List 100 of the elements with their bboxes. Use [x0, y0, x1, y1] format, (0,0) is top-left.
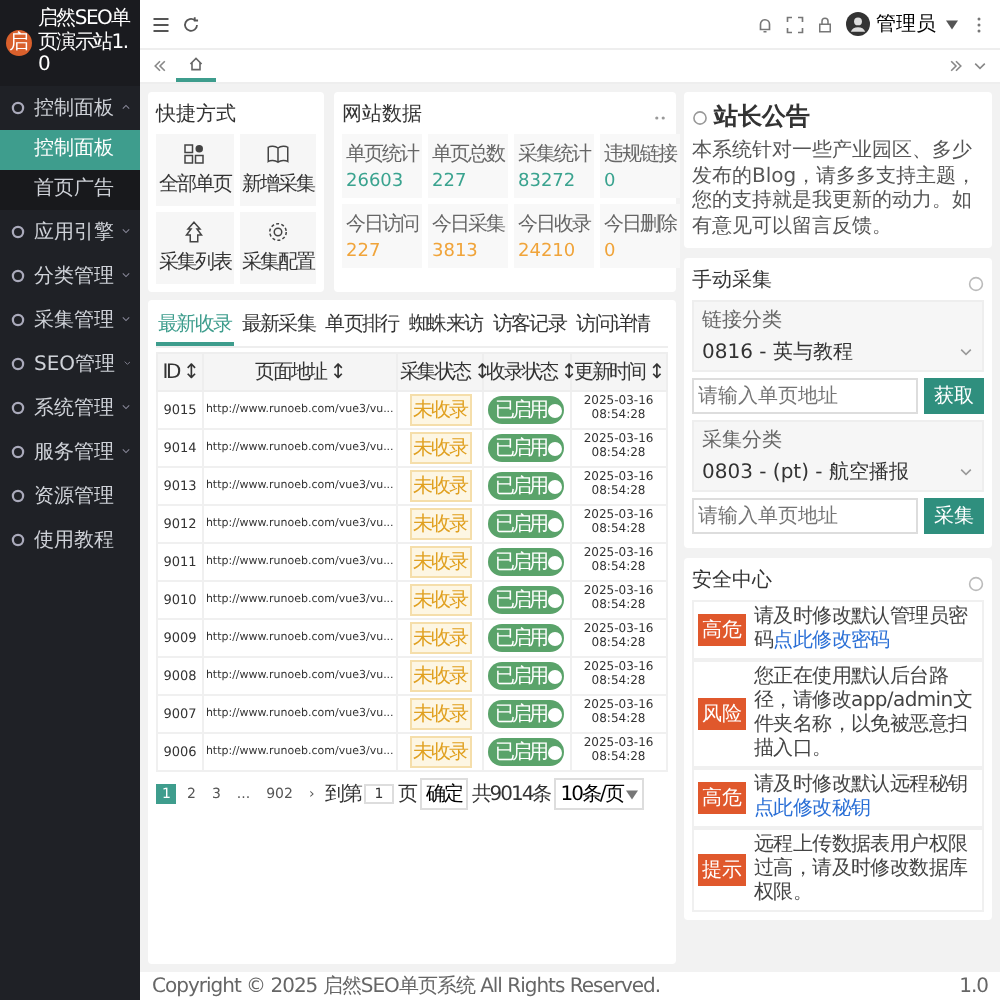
- app-title: 启然SEO单页演示站1.0: [38, 8, 133, 77]
- warning-tag: 高危: [698, 614, 746, 646]
- stat-label: 单页统计: [346, 141, 418, 168]
- status-tag: 未收录: [409, 698, 472, 730]
- column-header[interactable]: 更新时间 ↕: [570, 353, 667, 391]
- column-header[interactable]: ID ↕: [157, 353, 203, 391]
- stat-value: 26603: [346, 172, 406, 192]
- menu-icon[interactable]: [152, 15, 170, 33]
- confirm-button[interactable]: 确定: [419, 778, 468, 810]
- stat-value: 0: [604, 242, 618, 262]
- menu-item-icon: [10, 399, 26, 415]
- stat-label: 今日删除: [604, 212, 676, 238]
- sidebar-item[interactable]: 资源管理: [0, 473, 140, 517]
- column-header[interactable]: 采集状态 ↕: [396, 353, 484, 391]
- warning-tag: 风险: [698, 698, 746, 730]
- chevron-icon: [958, 344, 974, 360]
- security-message: 请及时修改默认管理员密码点此修改密码: [754, 606, 970, 654]
- lock-icon[interactable]: [816, 15, 834, 33]
- sidebar-item[interactable]: 应用引擎: [0, 209, 140, 253]
- sidebar-item[interactable]: SEO管理: [0, 341, 140, 385]
- notice-title: 站长公告: [714, 100, 810, 134]
- menu-item-icon: [10, 267, 26, 283]
- stat-label: 违规链接: [604, 141, 676, 168]
- status-tag: 未收录: [409, 660, 472, 692]
- fullscreen-icon[interactable]: [786, 15, 804, 33]
- card-title: 快捷方式: [156, 101, 238, 128]
- sidebar-item[interactable]: 采集管理: [0, 297, 140, 341]
- select-field[interactable]: 采集分类 0803 - (pt) - 航空播报: [692, 420, 984, 492]
- refresh-icon[interactable]: [182, 15, 200, 33]
- scroll-left-icon[interactable]: [152, 58, 168, 74]
- tab[interactable]: 访客记录: [490, 306, 569, 346]
- url-input[interactable]: 请输入单页地址: [692, 498, 918, 534]
- warning-tag: 高危: [698, 782, 746, 814]
- shortcut-tile[interactable]: 采集列表: [156, 212, 233, 284]
- stat-label: 今日访问: [346, 211, 418, 238]
- card-title: 网站数据: [342, 101, 422, 128]
- status-tag: 未收录: [409, 622, 472, 654]
- bell-icon[interactable]: [756, 15, 774, 33]
- status-tag: 未收录: [409, 470, 472, 502]
- sidebar-item[interactable]: 服务管理: [0, 429, 140, 473]
- sidebar-item[interactable]: 系统管理: [0, 385, 140, 429]
- fix-link[interactable]: 点此修改秘钥: [754, 798, 871, 820]
- menu-item-icon: [10, 99, 26, 115]
- dropdown-icon[interactable]: [972, 58, 988, 74]
- chevron-icon: [958, 464, 974, 480]
- stat-value: 227: [346, 242, 383, 262]
- user-menu[interactable]: 管理员: [846, 10, 958, 38]
- version-text: 1.0: [959, 975, 988, 997]
- warning-tag: 提示: [698, 854, 746, 886]
- shortcut-icon: [265, 220, 290, 244]
- status-tag: 未收录: [409, 546, 472, 578]
- submit-button[interactable]: 获取: [924, 378, 984, 414]
- caret-icon: [626, 789, 639, 799]
- menu-item-icon: [10, 355, 26, 371]
- menu-item-icon: [10, 223, 26, 239]
- sidebar-subitem[interactable]: 首页广告: [0, 169, 140, 209]
- tab[interactable]: 蜘蛛来访: [406, 306, 485, 346]
- notice-text: 本系统针对一些产业园区、多少发布的Blog，请多多支持主题，您的支持就是我更新的动力。如有意见可以留言反馈。: [692, 140, 979, 240]
- stat-value: 0: [604, 172, 618, 192]
- menu-item-icon: [10, 443, 26, 459]
- card-title: 手动采集: [692, 267, 772, 294]
- tab[interactable]: 最新采集: [239, 306, 318, 346]
- security-message: 请及时修改默认远程秘钥 点此修改秘钥: [754, 774, 970, 822]
- copyright-text: Copyright © 2025 启然SEO单页系统 All Rights Reserved.: [152, 973, 661, 1000]
- tab[interactable]: 单页排行: [323, 306, 401, 346]
- url-input[interactable]: 请输入单页地址: [692, 378, 918, 414]
- submit-button[interactable]: 采集: [924, 498, 984, 534]
- shortcut-tile[interactable]: 采集配置: [239, 212, 316, 284]
- stat-label: 采集统计: [518, 141, 590, 168]
- fix-link[interactable]: 点此修改密码: [773, 630, 890, 652]
- stat-value: 24210: [518, 242, 578, 262]
- sidebar-item[interactable]: 控制面板: [0, 85, 140, 129]
- total-count: 共9014条: [471, 781, 551, 808]
- status-tag: 未收录: [409, 508, 472, 540]
- status-tag: 未收录: [409, 432, 472, 464]
- shortcut-icon: [182, 142, 207, 166]
- home-icon: [188, 56, 204, 72]
- stat-value: 83272: [518, 172, 578, 192]
- select-field[interactable]: 链接分类 0816 - 英与教程: [692, 300, 984, 372]
- page-size-select[interactable]: 10条/页: [554, 778, 645, 810]
- scroll-right-icon[interactable]: [948, 58, 964, 74]
- caret-icon: [946, 19, 958, 29]
- stat-value: 227: [432, 172, 469, 192]
- shortcut-tile[interactable]: 新增采集: [239, 134, 316, 206]
- shortcut-icon: [265, 142, 290, 166]
- menu-item-icon: [10, 487, 26, 503]
- tab[interactable]: 访问详情: [574, 306, 652, 346]
- card-title: 安全中心: [692, 567, 772, 594]
- column-header[interactable]: 页面地址 ↕: [202, 353, 397, 391]
- page-unit-label: 页: [397, 782, 416, 808]
- shortcut-tile[interactable]: 全部单页: [156, 134, 233, 206]
- status-tag: 未收录: [409, 736, 472, 768]
- goto-label: 到第: [324, 782, 361, 808]
- shortcut-icon: [182, 220, 207, 244]
- notice-icon: [692, 109, 708, 125]
- security-message: 您正在使用默认后台路径，请修改app/admin文件夹名称，以免被恶意扫描入口。: [754, 666, 975, 762]
- menu-item-icon: [10, 531, 26, 547]
- sidebar-item[interactable]: 使用教程: [0, 517, 140, 561]
- sidebar-item[interactable]: 分类管理: [0, 253, 140, 297]
- avatar-icon: [846, 12, 870, 36]
